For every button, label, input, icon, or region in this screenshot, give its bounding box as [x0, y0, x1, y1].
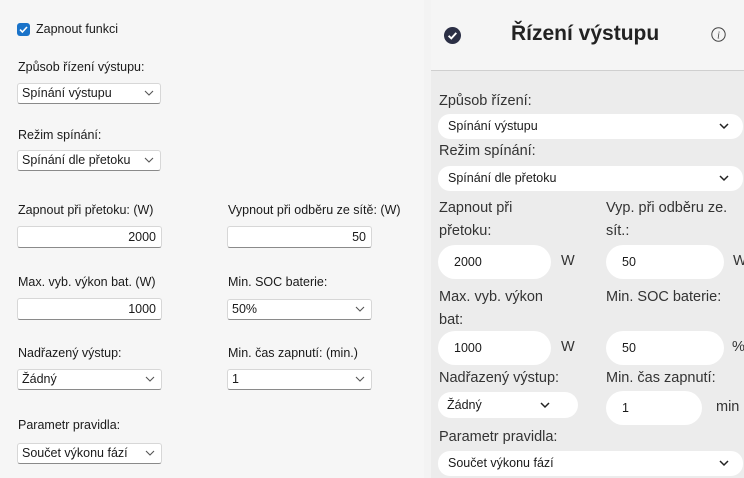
parent-output-value: Žádný: [22, 372, 57, 386]
switch-mode-select[interactable]: Spínání dle přetoku: [438, 166, 743, 191]
right-settings-panel: Řízení výstupu i Způsob řízení: Spínání …: [431, 0, 744, 478]
off-grid-label: Vyp. při odběru ze.: [606, 200, 728, 216]
max-bat-input[interactable]: 1000: [17, 298, 162, 320]
svg-text:i: i: [717, 30, 720, 41]
left-settings-panel: Zapnout funkci Způsob řízení výstupu: Sp…: [0, 0, 424, 478]
on-overflow-label: Zapnout při: [439, 200, 513, 216]
off-grid-input[interactable]: 50: [606, 245, 724, 279]
switch-mode-label: Režim spínání:: [18, 128, 102, 142]
chevron-down-icon: [355, 376, 365, 382]
parent-output-dropdown[interactable]: Žádný: [17, 369, 162, 390]
switch-mode-label: Režim spínání:: [439, 143, 536, 159]
rule-param-label: Parametr pravidla:: [18, 418, 121, 432]
min-on-time-label: Min. čas zapnutí: (min.): [228, 346, 358, 360]
parent-output-value: Žádný: [447, 398, 482, 412]
off-grid-label: Vypnout při odběru ze sítě: (W): [228, 203, 401, 217]
max-bat-label: Max. vyb. výkon bat. (W): [18, 275, 156, 289]
control-mode-value: Spínání výstupu: [448, 119, 538, 133]
off-grid-label-cont: sít.:: [606, 223, 630, 239]
chevron-down-icon: [540, 402, 550, 409]
rule-param-select[interactable]: Součet výkonu fází: [438, 451, 743, 476]
chevron-down-icon: [144, 90, 154, 96]
rule-param-value: Součet výkonu fází: [22, 446, 128, 460]
chevron-down-icon: [145, 376, 155, 382]
min-on-time-unit: min: [716, 399, 740, 415]
enable-label[interactable]: Zapnout funkci: [36, 22, 118, 36]
info-icon[interactable]: i: [711, 27, 726, 42]
off-grid-unit: W: [733, 253, 744, 269]
control-mode-label: Způsob řízení výstupu:: [18, 60, 145, 74]
control-mode-value: Spínání výstupu: [22, 86, 112, 100]
min-on-time-dropdown[interactable]: 1: [227, 369, 372, 390]
rule-param-dropdown[interactable]: Součet výkonu fází: [17, 443, 162, 464]
chevron-down-icon: [719, 460, 729, 467]
min-on-time-value: 1: [232, 372, 239, 386]
chevron-down-icon: [355, 306, 365, 312]
rule-param-value: Součet výkonu fází: [448, 456, 554, 470]
check-circle-icon: [444, 27, 461, 44]
min-soc-value: 50%: [232, 302, 258, 316]
control-mode-label: Způsob řízení:: [439, 93, 532, 109]
max-bat-unit: W: [561, 339, 575, 355]
panel-header: Řízení výstupu i: [431, 0, 744, 71]
on-overflow-label-cont: přetoku:: [439, 223, 492, 239]
enable-checkbox[interactable]: [17, 23, 30, 36]
rule-param-label: Parametr pravidla:: [439, 429, 558, 445]
on-overflow-label: Zapnout při přetoku: (W): [18, 203, 154, 217]
chevron-down-icon: [144, 157, 154, 163]
min-on-time-label: Min. čas zapnutí:: [606, 370, 716, 386]
parent-output-label: Nadřazený výstup:: [439, 370, 560, 386]
min-soc-label: Min. SOC baterie:: [228, 275, 328, 289]
chevron-down-icon: [719, 123, 729, 130]
chevron-down-icon: [145, 450, 155, 456]
min-soc-label: Min. SOC baterie:: [606, 289, 722, 305]
on-overflow-unit: W: [561, 253, 575, 269]
min-soc-unit: %: [732, 339, 744, 355]
check-icon: [19, 26, 28, 34]
on-overflow-input[interactable]: 2000: [438, 245, 551, 279]
switch-mode-value: Spínání dle přetoku: [22, 153, 131, 167]
min-soc-input[interactable]: 50: [606, 331, 724, 365]
min-on-time-input[interactable]: 1: [606, 391, 702, 425]
control-mode-dropdown[interactable]: Spínání výstupu: [17, 83, 161, 104]
max-bat-label-cont: bat:: [439, 312, 464, 328]
min-soc-dropdown[interactable]: 50%: [227, 299, 372, 320]
off-grid-input[interactable]: 50: [227, 226, 372, 248]
on-overflow-input[interactable]: 2000: [17, 226, 162, 248]
max-bat-label: Max. vyb. výkon: [439, 289, 543, 305]
switch-mode-dropdown[interactable]: Spínání dle přetoku: [17, 150, 161, 171]
switch-mode-value: Spínání dle přetoku: [448, 171, 557, 185]
panel-title: Řízení výstupu: [511, 22, 660, 45]
chevron-down-icon: [719, 175, 729, 182]
parent-output-select[interactable]: Žádný: [438, 392, 578, 418]
max-bat-input[interactable]: 1000: [438, 331, 551, 365]
parent-output-label: Nadřazený výstup:: [18, 346, 122, 360]
control-mode-select[interactable]: Spínání výstupu: [438, 114, 743, 139]
